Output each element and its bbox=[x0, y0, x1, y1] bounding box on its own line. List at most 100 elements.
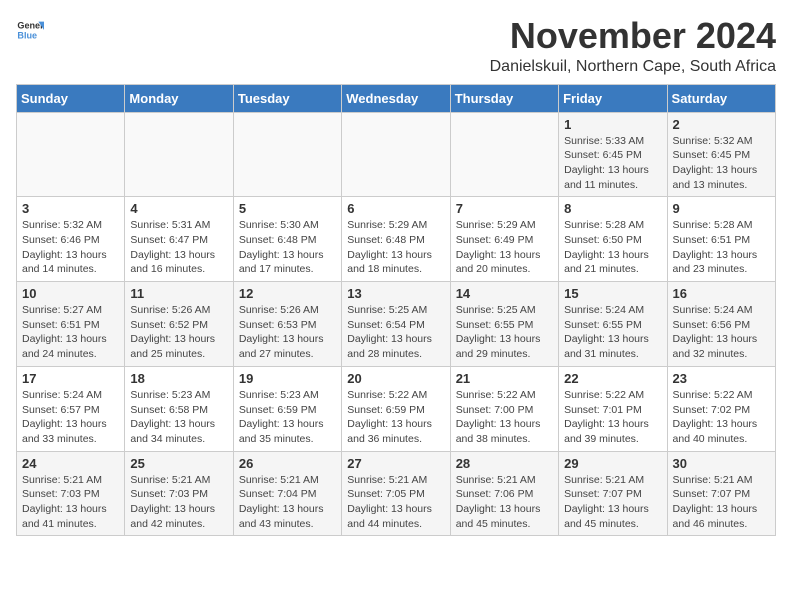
calendar-cell: 17 Sunrise: 5:24 AM Sunset: 6:57 PM Dayli… bbox=[17, 366, 125, 451]
day-info: Sunrise: 5:22 AM Sunset: 7:01 PM Dayligh… bbox=[564, 388, 661, 447]
day-info: Sunrise: 5:32 AM Sunset: 6:45 PM Dayligh… bbox=[673, 134, 770, 193]
calendar-week-1: 1 Sunrise: 5:33 AM Sunset: 6:45 PM Daylig… bbox=[17, 112, 776, 197]
day-info: Sunrise: 5:22 AM Sunset: 6:59 PM Dayligh… bbox=[347, 388, 444, 447]
calendar-cell: 21 Sunrise: 5:22 AM Sunset: 7:00 PM Dayli… bbox=[450, 366, 558, 451]
calendar-cell: 28Sunrise: 5:21 AM Sunset: 7:06 PM Dayli… bbox=[450, 451, 558, 536]
calendar-week-4: 17 Sunrise: 5:24 AM Sunset: 6:57 PM Dayli… bbox=[17, 366, 776, 451]
col-header-saturday: Saturday bbox=[667, 84, 775, 112]
day-number: 7 bbox=[456, 201, 553, 216]
calendar-cell: 12 Sunrise: 5:26 AM Sunset: 6:53 PM Dayli… bbox=[233, 282, 341, 367]
day-info: Sunrise: 5:21 AM Sunset: 7:03 PM Dayligh… bbox=[22, 473, 119, 532]
calendar-cell: 20 Sunrise: 5:22 AM Sunset: 6:59 PM Dayli… bbox=[342, 366, 450, 451]
day-number: 18 bbox=[130, 371, 227, 386]
day-number: 10 bbox=[22, 286, 119, 301]
day-number: 8 bbox=[564, 201, 661, 216]
day-info: Sunrise: 5:27 AM Sunset: 6:51 PM Dayligh… bbox=[22, 303, 119, 362]
day-info: Sunrise: 5:21 AM Sunset: 7:03 PM Dayligh… bbox=[130, 473, 227, 532]
calendar-cell: 26 Sunrise: 5:21 AM Sunset: 7:04 PM Dayli… bbox=[233, 451, 341, 536]
col-header-monday: Monday bbox=[125, 84, 233, 112]
day-info: Sunrise: 5:21 AM Sunset: 7:07 PM Dayligh… bbox=[564, 473, 661, 532]
day-info: Sunrise: 5:25 AM Sunset: 6:54 PM Dayligh… bbox=[347, 303, 444, 362]
day-number: 27 bbox=[347, 456, 444, 471]
day-number: 13 bbox=[347, 286, 444, 301]
col-header-wednesday: Wednesday bbox=[342, 84, 450, 112]
day-info: Sunrise: 5:26 AM Sunset: 6:53 PM Dayligh… bbox=[239, 303, 336, 362]
day-number: 1 bbox=[564, 117, 661, 132]
col-header-tuesday: Tuesday bbox=[233, 84, 341, 112]
calendar-table: SundayMondayTuesdayWednesdayThursdayFrid… bbox=[16, 84, 776, 537]
calendar-week-2: 3 Sunrise: 5:32 AM Sunset: 6:46 PM Daylig… bbox=[17, 197, 776, 282]
day-number: 3 bbox=[22, 201, 119, 216]
calendar-header-row: SundayMondayTuesdayWednesdayThursdayFrid… bbox=[17, 84, 776, 112]
calendar-cell: 2 Sunrise: 5:32 AM Sunset: 6:45 PM Daylig… bbox=[667, 112, 775, 197]
day-info: Sunrise: 5:25 AM Sunset: 6:55 PM Dayligh… bbox=[456, 303, 553, 362]
day-info: Sunrise: 5:21 AM Sunset: 7:07 PM Dayligh… bbox=[673, 473, 770, 532]
day-info: Sunrise: 5:26 AM Sunset: 6:52 PM Dayligh… bbox=[130, 303, 227, 362]
day-number: 25 bbox=[130, 456, 227, 471]
day-info: Sunrise: 5:21 AM Sunset: 7:05 PM Dayligh… bbox=[347, 473, 444, 532]
calendar-cell: 5Sunrise: 5:30 AM Sunset: 6:48 PM Daylig… bbox=[233, 197, 341, 282]
calendar-cell bbox=[233, 112, 341, 197]
calendar-cell: 22Sunrise: 5:22 AM Sunset: 7:01 PM Dayli… bbox=[559, 366, 667, 451]
day-number: 4 bbox=[130, 201, 227, 216]
calendar-cell: 19Sunrise: 5:23 AM Sunset: 6:59 PM Dayli… bbox=[233, 366, 341, 451]
day-number: 29 bbox=[564, 456, 661, 471]
month-title: November 2024 bbox=[490, 16, 776, 56]
day-info: Sunrise: 5:22 AM Sunset: 7:00 PM Dayligh… bbox=[456, 388, 553, 447]
svg-text:Blue: Blue bbox=[17, 30, 37, 40]
calendar-cell bbox=[17, 112, 125, 197]
col-header-thursday: Thursday bbox=[450, 84, 558, 112]
calendar-cell: 18 Sunrise: 5:23 AM Sunset: 6:58 PM Dayli… bbox=[125, 366, 233, 451]
day-number: 2 bbox=[673, 117, 770, 132]
calendar-week-3: 10 Sunrise: 5:27 AM Sunset: 6:51 PM Dayli… bbox=[17, 282, 776, 367]
day-info: Sunrise: 5:29 AM Sunset: 6:48 PM Dayligh… bbox=[347, 218, 444, 277]
day-number: 14 bbox=[456, 286, 553, 301]
calendar-cell: 11Sunrise: 5:26 AM Sunset: 6:52 PM Dayli… bbox=[125, 282, 233, 367]
calendar-week-5: 24 Sunrise: 5:21 AM Sunset: 7:03 PM Dayli… bbox=[17, 451, 776, 536]
calendar-cell: 27 Sunrise: 5:21 AM Sunset: 7:05 PM Dayli… bbox=[342, 451, 450, 536]
day-info: Sunrise: 5:33 AM Sunset: 6:45 PM Dayligh… bbox=[564, 134, 661, 193]
day-info: Sunrise: 5:21 AM Sunset: 7:04 PM Dayligh… bbox=[239, 473, 336, 532]
day-number: 20 bbox=[347, 371, 444, 386]
day-info: Sunrise: 5:23 AM Sunset: 6:58 PM Dayligh… bbox=[130, 388, 227, 447]
calendar-cell: 3 Sunrise: 5:32 AM Sunset: 6:46 PM Daylig… bbox=[17, 197, 125, 282]
day-number: 12 bbox=[239, 286, 336, 301]
calendar-cell bbox=[450, 112, 558, 197]
calendar-cell: 29 Sunrise: 5:21 AM Sunset: 7:07 PM Dayli… bbox=[559, 451, 667, 536]
day-number: 23 bbox=[673, 371, 770, 386]
calendar-cell bbox=[125, 112, 233, 197]
day-number: 21 bbox=[456, 371, 553, 386]
calendar-cell: 8Sunrise: 5:28 AM Sunset: 6:50 PM Daylig… bbox=[559, 197, 667, 282]
calendar-cell: 9 Sunrise: 5:28 AM Sunset: 6:51 PM Daylig… bbox=[667, 197, 775, 282]
day-info: Sunrise: 5:21 AM Sunset: 7:06 PM Dayligh… bbox=[456, 473, 553, 532]
calendar-cell: 13 Sunrise: 5:25 AM Sunset: 6:54 PM Dayli… bbox=[342, 282, 450, 367]
calendar-cell: 23Sunrise: 5:22 AM Sunset: 7:02 PM Dayli… bbox=[667, 366, 775, 451]
calendar-cell: 10 Sunrise: 5:27 AM Sunset: 6:51 PM Dayli… bbox=[17, 282, 125, 367]
col-header-sunday: Sunday bbox=[17, 84, 125, 112]
day-number: 24 bbox=[22, 456, 119, 471]
logo: General Blue bbox=[16, 16, 44, 44]
day-info: Sunrise: 5:28 AM Sunset: 6:51 PM Dayligh… bbox=[673, 218, 770, 277]
day-info: Sunrise: 5:24 AM Sunset: 6:55 PM Dayligh… bbox=[564, 303, 661, 362]
day-info: Sunrise: 5:24 AM Sunset: 6:57 PM Dayligh… bbox=[22, 388, 119, 447]
day-number: 17 bbox=[22, 371, 119, 386]
day-number: 30 bbox=[673, 456, 770, 471]
day-number: 5 bbox=[239, 201, 336, 216]
calendar-cell: 16Sunrise: 5:24 AM Sunset: 6:56 PM Dayli… bbox=[667, 282, 775, 367]
day-number: 19 bbox=[239, 371, 336, 386]
day-number: 16 bbox=[673, 286, 770, 301]
day-info: Sunrise: 5:31 AM Sunset: 6:47 PM Dayligh… bbox=[130, 218, 227, 277]
subtitle: Danielskuil, Northern Cape, South Africa bbox=[490, 58, 776, 76]
day-number: 9 bbox=[673, 201, 770, 216]
calendar-cell: 30 Sunrise: 5:21 AM Sunset: 7:07 PM Dayli… bbox=[667, 451, 775, 536]
calendar-cell: 1 Sunrise: 5:33 AM Sunset: 6:45 PM Daylig… bbox=[559, 112, 667, 197]
day-number: 15 bbox=[564, 286, 661, 301]
page-header: General Blue November 2024 Danielskuil, … bbox=[16, 16, 776, 76]
day-number: 26 bbox=[239, 456, 336, 471]
day-number: 6 bbox=[347, 201, 444, 216]
calendar-cell: 6 Sunrise: 5:29 AM Sunset: 6:48 PM Daylig… bbox=[342, 197, 450, 282]
logo-icon: General Blue bbox=[16, 16, 44, 44]
col-header-friday: Friday bbox=[559, 84, 667, 112]
calendar-cell: 24 Sunrise: 5:21 AM Sunset: 7:03 PM Dayli… bbox=[17, 451, 125, 536]
day-info: Sunrise: 5:32 AM Sunset: 6:46 PM Dayligh… bbox=[22, 218, 119, 277]
